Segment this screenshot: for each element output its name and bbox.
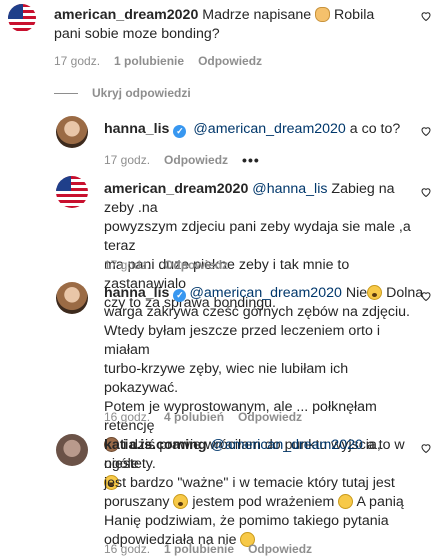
username[interactable]: katia.is.coming	[104, 437, 207, 453]
heart-icon[interactable]	[420, 10, 432, 22]
avatar[interactable]	[56, 116, 88, 148]
reply-text: katia.is.coming @american_dream2020 a to…	[104, 437, 405, 548]
timestamp: 17 godz.	[54, 54, 101, 68]
avatar[interactable]	[8, 4, 36, 32]
reply-meta: 17 godz. Odpowiedz •••	[104, 152, 260, 168]
username[interactable]: hanna_lis	[104, 285, 169, 301]
reply-button[interactable]: Odpowiedz	[248, 542, 312, 556]
likes-count[interactable]: 4 polubień	[164, 410, 224, 424]
heart-icon[interactable]	[420, 442, 432, 454]
more-options-icon[interactable]: •••	[242, 152, 260, 168]
reply-button[interactable]: Odpowiedz	[198, 54, 262, 68]
timestamp: 17 godz.	[104, 258, 151, 272]
heart-icon[interactable]	[420, 125, 432, 137]
clapping-hands-emoji-icon	[315, 7, 331, 22]
mention-link[interactable]: @american_dream2020	[189, 285, 341, 301]
divider	[54, 92, 78, 94]
username[interactable]: american_dream2020	[104, 181, 248, 197]
timestamp: 17 godz.	[104, 153, 151, 167]
comment-text: american_dream2020 Madrze napisane Robil…	[54, 7, 375, 42]
heart-icon[interactable]	[420, 186, 432, 198]
avatar[interactable]	[56, 434, 88, 466]
verified-badge-icon: ✓	[173, 289, 187, 302]
astonished-face-emoji-icon	[173, 494, 189, 509]
comment-meta: 17 godz. 1 polubienie Odpowiedz	[54, 54, 262, 68]
reply-button[interactable]: Odpowiedz	[238, 410, 302, 424]
grimacing-face-emoji-icon	[367, 285, 383, 300]
mention-link[interactable]: @american_dream2020	[210, 437, 362, 453]
likes-count[interactable]: 1 polubienie	[114, 54, 184, 68]
likes-count[interactable]: 1 polubienie	[164, 542, 234, 556]
reply-button[interactable]: Odpowiedz	[164, 153, 228, 167]
reply-meta: 17 godz. Odpowiedz	[104, 258, 228, 272]
avatar[interactable]	[56, 282, 88, 314]
verified-badge-icon: ✓	[173, 125, 187, 138]
reply-meta: 16 godz. 1 polubienie Odpowiedz	[104, 542, 312, 556]
smiling-face-emoji-icon	[338, 494, 354, 509]
timestamp: 16 godz.	[104, 410, 151, 424]
username[interactable]: american_dream2020	[54, 7, 198, 23]
reply-text: hanna_lis ✓ @american_dream2020 a co to?	[104, 121, 401, 138]
timestamp: 16 godz.	[104, 542, 151, 556]
heart-icon[interactable]	[420, 290, 432, 302]
mention-link[interactable]: @hanna_lis	[252, 181, 327, 197]
hide-replies-button[interactable]: Ukryj odpowiedzi	[54, 86, 191, 100]
reply-meta: 16 godz. 4 polubień Odpowiedz	[104, 410, 302, 424]
reply-button[interactable]: Odpowiedz	[164, 258, 228, 272]
mention-link[interactable]: @american_dream2020	[193, 121, 345, 137]
username[interactable]: hanna_lis	[104, 121, 169, 137]
avatar[interactable]	[56, 176, 88, 208]
